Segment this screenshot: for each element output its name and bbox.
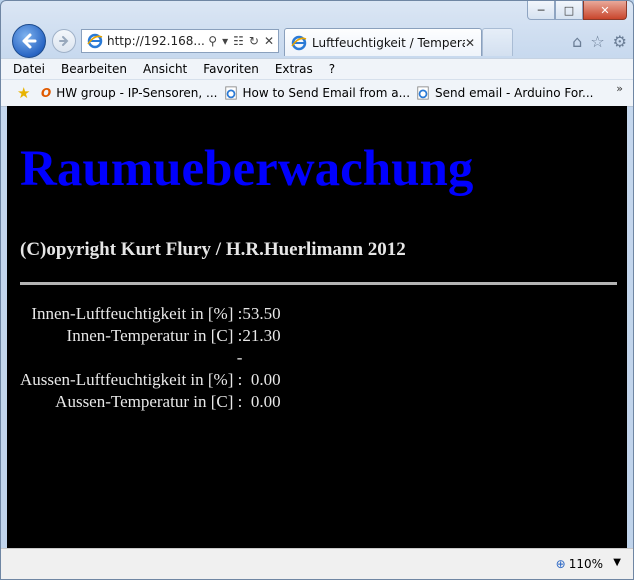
- address-url: http://192.168...: [107, 34, 205, 48]
- close-window-button[interactable]: ✕: [583, 1, 627, 20]
- menu-item-ansicht[interactable]: Ansicht: [135, 62, 195, 76]
- favorite-label: HW group - IP-Sensoren, ...: [56, 86, 218, 100]
- reading-label: Innen-Luftfeuchtigkeit in [%] :: [31, 304, 243, 323]
- favorites-star-icon[interactable]: ☆: [590, 32, 604, 51]
- chevron-down-icon[interactable]: ▼: [613, 557, 621, 568]
- favorite-label: Send email - Arduino For...: [435, 86, 594, 100]
- add-favorite-star-icon[interactable]: ★: [17, 84, 35, 102]
- table-row: Aussen-Temperatur in [C] : 0.00: [20, 391, 281, 413]
- table-row: -: [20, 347, 281, 369]
- new-tab-button[interactable]: [482, 28, 513, 56]
- reading-value: 0.00: [250, 370, 281, 389]
- menu-bar: Datei Bearbeiten Ansicht Favoriten Extra…: [1, 58, 633, 79]
- dropdown-icon[interactable]: ▾: [222, 34, 228, 48]
- reading-value: 0.00: [250, 392, 281, 411]
- tab-title: Luftfeuchtigkeit / Temperat...: [312, 35, 465, 50]
- table-row: Aussen-Luftfeuchtigkeit in [%] : 0.00: [20, 369, 281, 391]
- ie-page-icon: [291, 35, 307, 50]
- menu-item-favoriten[interactable]: Favoriten: [195, 62, 267, 76]
- menu-item-help[interactable]: ?: [321, 62, 343, 76]
- reading-separator: -: [236, 348, 243, 367]
- menu-item-bearbeiten[interactable]: Bearbeiten: [53, 62, 135, 76]
- ie-logo-icon: [87, 33, 103, 49]
- status-bar: ⊕ 110% ▼: [1, 548, 633, 579]
- back-button[interactable]: [12, 24, 46, 58]
- search-icon[interactable]: ⚲: [208, 34, 217, 48]
- zoom-control[interactable]: ⊕ 110%: [556, 557, 603, 571]
- stop-icon[interactable]: ✕: [264, 34, 274, 48]
- close-tab-icon[interactable]: ✕: [465, 36, 475, 50]
- divider: [20, 282, 617, 285]
- favorite-link[interactable]: Send email - Arduino For...: [416, 86, 593, 100]
- reading-label: Aussen-Luftfeuchtigkeit in [%] :: [20, 370, 243, 389]
- navigation-row: http://192.168... ⚲ ▾ ☷ ↻ ✕ Luftfeuchtig…: [1, 23, 633, 58]
- address-bar[interactable]: http://192.168... ⚲ ▾ ☷ ↻ ✕: [81, 29, 279, 53]
- chevron-more-icon[interactable]: »: [616, 82, 623, 95]
- zoom-level: 110%: [568, 557, 603, 571]
- forward-button[interactable]: [52, 29, 76, 53]
- menu-item-datei[interactable]: Datei: [1, 62, 53, 76]
- ie-page-icon: [417, 86, 429, 100]
- reading-label: Aussen-Temperatur in [C] :: [55, 392, 243, 411]
- page-title: Raumueberwachung: [20, 141, 474, 197]
- refresh-icon[interactable]: ↻: [249, 34, 259, 48]
- reading-label: Innen-Temperatur in [C] :: [66, 326, 243, 345]
- page-content: Raumueberwachung (C)opyright Kurt Flury …: [7, 106, 627, 548]
- home-icon[interactable]: ⌂: [572, 32, 582, 51]
- table-row: Innen-Luftfeuchtigkeit in [%] : 53.50: [20, 303, 281, 325]
- compatibility-icon[interactable]: ☷: [233, 34, 244, 48]
- reading-value: [242, 347, 280, 369]
- minimize-button[interactable]: ─: [527, 1, 555, 20]
- opera-o-icon: O: [41, 86, 52, 100]
- favorite-label: How to Send Email from a...: [242, 86, 411, 100]
- copyright-text: (C)opyright Kurt Flury / H.R.Huerlimann …: [20, 239, 406, 260]
- reading-value: 21.30: [242, 326, 281, 345]
- tab-active[interactable]: Luftfeuchtigkeit / Temperat... ✕: [284, 28, 482, 56]
- favorites-bar: ★ O HW group - IP-Sensoren, ... How to S…: [1, 79, 633, 107]
- maximize-button[interactable]: □: [555, 1, 583, 20]
- favorite-link[interactable]: How to Send Email from a...: [224, 86, 411, 100]
- gear-icon[interactable]: ⚙: [613, 32, 627, 51]
- zoom-icon: ⊕: [555, 557, 566, 571]
- favorite-link[interactable]: O HW group - IP-Sensoren, ...: [41, 86, 218, 100]
- table-row: Innen-Temperatur in [C] : 21.30: [20, 325, 281, 347]
- ie-page-icon: [224, 86, 237, 100]
- readings-table: Innen-Luftfeuchtigkeit in [%] : 53.50 In…: [20, 303, 281, 413]
- browser-window: ─ □ ✕ http://192.168... ⚲ ▾ ☷ ↻ ✕ Luftfe…: [0, 0, 634, 580]
- window-controls: ─ □ ✕: [527, 1, 627, 20]
- reading-value: 53.50: [242, 304, 281, 323]
- back-arrow-icon: [22, 33, 37, 49]
- forward-arrow-icon: [59, 36, 69, 46]
- menu-item-extras[interactable]: Extras: [267, 62, 321, 76]
